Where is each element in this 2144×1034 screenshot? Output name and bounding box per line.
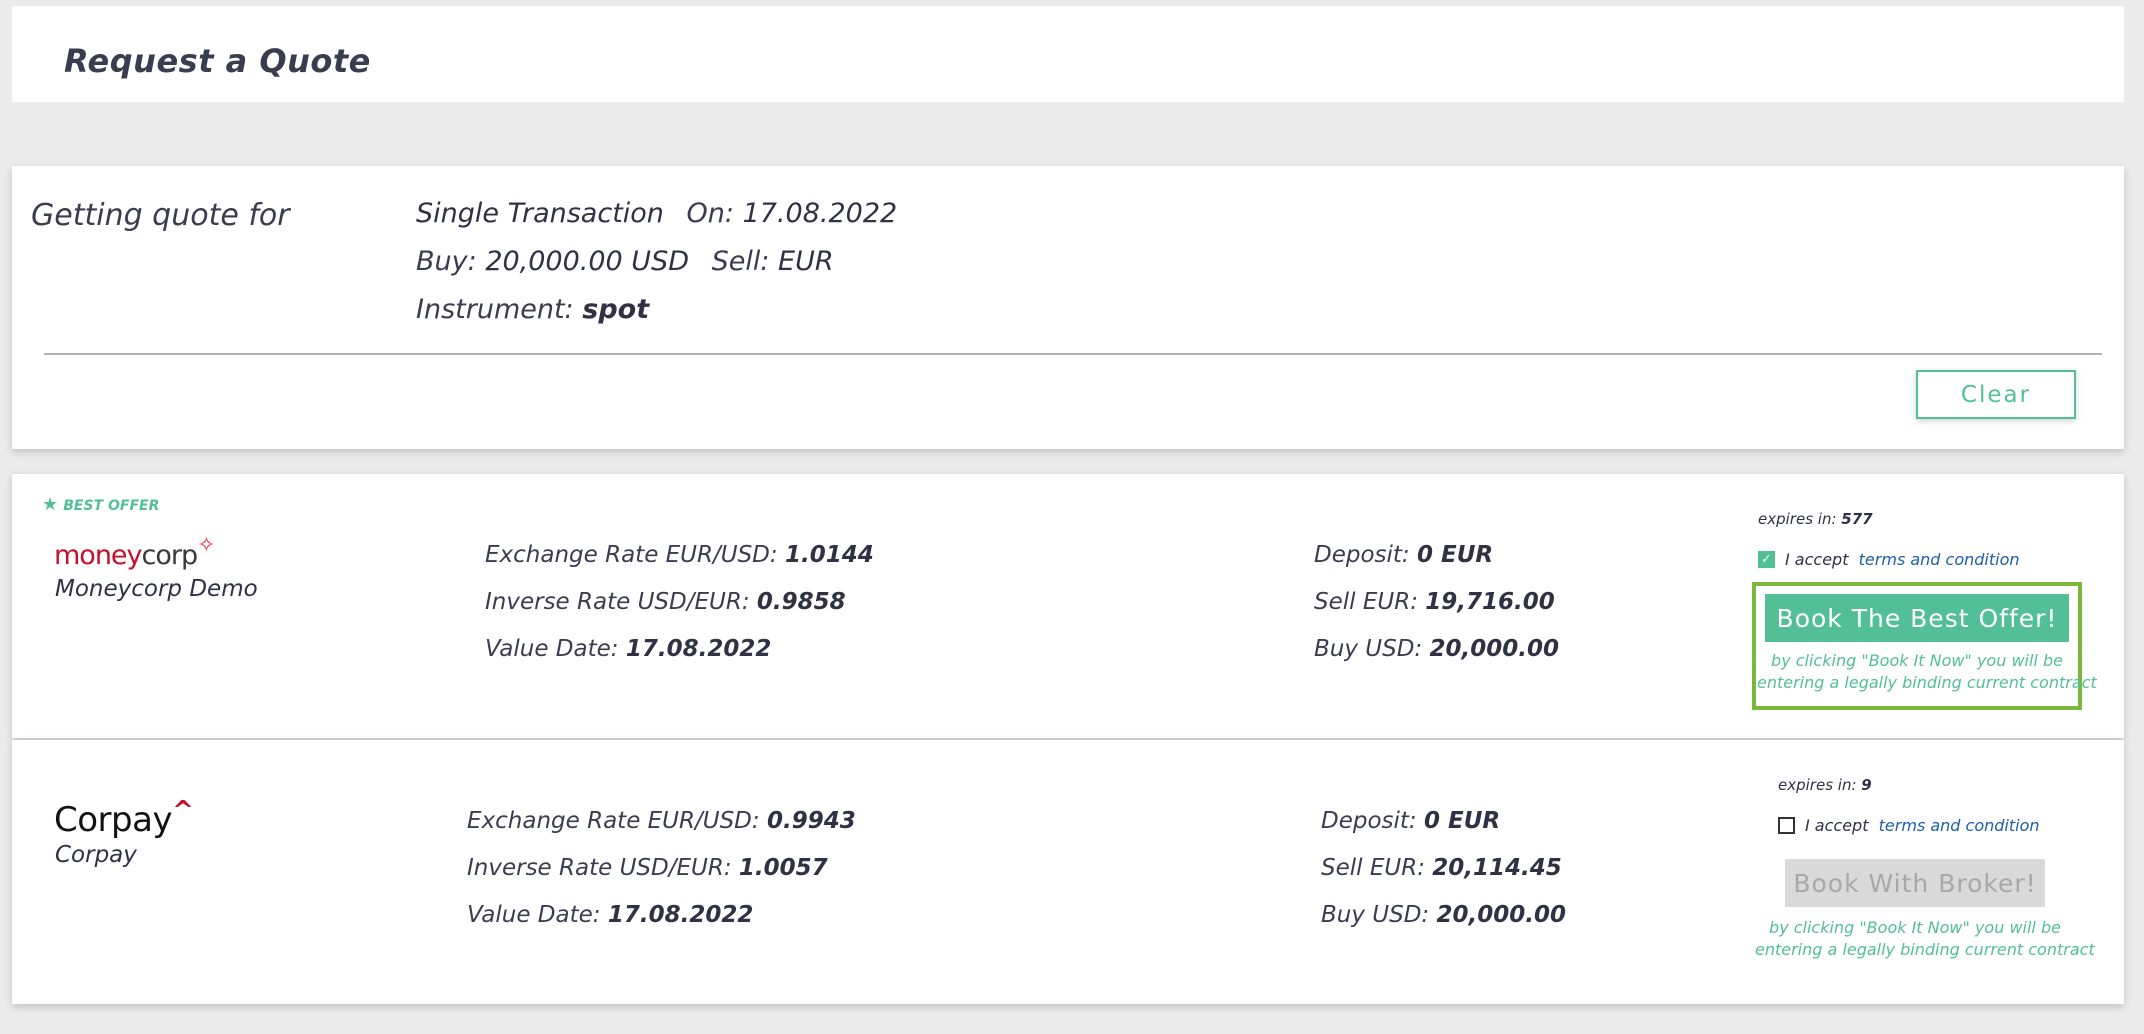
best-offer-badge: ★ BEST OFFER bbox=[42, 494, 159, 515]
offer-card-moneycorp: ★ BEST OFFER moneycorp✧ Moneycorp Demo E… bbox=[12, 474, 2124, 738]
on-label: On: bbox=[686, 198, 734, 229]
accept-terms-label: I accept terms and condition bbox=[1785, 550, 2020, 569]
clear-button[interactable]: Clear bbox=[1916, 370, 2076, 419]
page-title: Request a Quote bbox=[64, 42, 371, 80]
deposit-line: Deposit: 0 EUR bbox=[1321, 808, 1501, 834]
value-date-value: 17.08.2022 bbox=[607, 902, 754, 928]
sell-amount-line: Sell EUR: 20,114.45 bbox=[1321, 855, 1562, 881]
buy-amount-value: 20,000.00 bbox=[1429, 636, 1559, 662]
sell-amount-value: 20,114.45 bbox=[1432, 855, 1562, 881]
summary-divider bbox=[44, 353, 2102, 355]
sell-label: Sell: bbox=[711, 246, 770, 277]
instrument-value: spot bbox=[582, 294, 650, 325]
deposit-value: 0 EUR bbox=[1417, 542, 1494, 568]
exchange-rate-line: Exchange Rate EUR/USD: 0.9943 bbox=[467, 808, 856, 834]
summary-transaction-line: Single Transaction On: 17.08.2022 bbox=[416, 198, 897, 229]
value-date-line: Value Date: 17.08.2022 bbox=[467, 902, 754, 928]
buy-label: Buy: bbox=[416, 246, 477, 277]
accept-terms-label: I accept terms and condition bbox=[1805, 816, 2040, 835]
instrument-label: Instrument: bbox=[416, 294, 574, 325]
buy-value: 20,000.00 USD bbox=[485, 246, 689, 277]
quote-summary-card: Getting quote for Single Transaction On:… bbox=[12, 166, 2124, 449]
expires-timer: expires in: 9 bbox=[1778, 776, 1872, 794]
terms-link[interactable]: terms and condition bbox=[1859, 550, 2020, 569]
inverse-rate-line: Inverse Rate USD/EUR: 1.0057 bbox=[467, 855, 828, 881]
deposit-value: 0 EUR bbox=[1424, 808, 1501, 834]
expires-timer: expires in: 577 bbox=[1758, 510, 1873, 528]
value-date-value: 17.08.2022 bbox=[625, 636, 772, 662]
book-best-offer-button[interactable]: Book The Best Offer! bbox=[1765, 594, 2069, 642]
sparkle-icon: ✧ bbox=[197, 533, 216, 558]
best-offer-label: BEST OFFER bbox=[63, 498, 160, 514]
moneycorp-logo: moneycorp✧ bbox=[54, 533, 216, 571]
header-bar: Request a Quote bbox=[12, 6, 2124, 102]
corpay-logo: Corpay^ bbox=[54, 796, 194, 840]
expires-value: 9 bbox=[1861, 776, 1872, 794]
on-value: 17.08.2022 bbox=[742, 198, 898, 229]
summary-label: Getting quote for bbox=[31, 198, 290, 233]
inverse-rate-line: Inverse Rate USD/EUR: 0.9858 bbox=[485, 589, 846, 615]
caret-icon: ^ bbox=[172, 796, 194, 826]
book-with-broker-button[interactable]: Book With Broker! bbox=[1785, 859, 2045, 907]
inverse-rate-value: 1.0057 bbox=[738, 855, 828, 881]
exchange-rate-value: 1.0144 bbox=[784, 542, 874, 568]
buy-amount-line: Buy USD: 20,000.00 bbox=[1314, 636, 1559, 662]
accept-terms-checkbox[interactable] bbox=[1778, 817, 1795, 834]
summary-buy-sell-line: Buy: 20,000.00 USD Sell: EUR bbox=[416, 246, 834, 277]
accept-terms-checkbox[interactable]: ✓ bbox=[1758, 551, 1775, 568]
booking-disclaimer: by clicking "Book It Now" you will be en… bbox=[1757, 651, 2097, 692]
offer-card-corpay: Corpay^ Corpay Exchange Rate EUR/USD: 0.… bbox=[12, 740, 2124, 1004]
booking-disclaimer: by clicking "Book It Now" you will be en… bbox=[1755, 918, 2095, 959]
exchange-rate-line: Exchange Rate EUR/USD: 1.0144 bbox=[485, 542, 874, 568]
transaction-type: Single Transaction bbox=[416, 198, 664, 229]
terms-link[interactable]: terms and condition bbox=[1879, 816, 2040, 835]
buy-amount-line: Buy USD: 20,000.00 bbox=[1321, 902, 1566, 928]
provider-name: Moneycorp Demo bbox=[55, 576, 258, 602]
deposit-line: Deposit: 0 EUR bbox=[1314, 542, 1494, 568]
provider-name: Corpay bbox=[55, 842, 137, 868]
star-icon: ★ bbox=[42, 494, 59, 515]
sell-amount-value: 19,716.00 bbox=[1425, 589, 1555, 615]
exchange-rate-value: 0.9943 bbox=[766, 808, 856, 834]
summary-instrument-line: Instrument: spot bbox=[416, 294, 649, 325]
inverse-rate-value: 0.9858 bbox=[756, 589, 846, 615]
value-date-line: Value Date: 17.08.2022 bbox=[485, 636, 772, 662]
buy-amount-value: 20,000.00 bbox=[1436, 902, 1566, 928]
sell-value: EUR bbox=[778, 246, 834, 277]
expires-value: 577 bbox=[1841, 510, 1873, 528]
sell-amount-line: Sell EUR: 19,716.00 bbox=[1314, 589, 1555, 615]
